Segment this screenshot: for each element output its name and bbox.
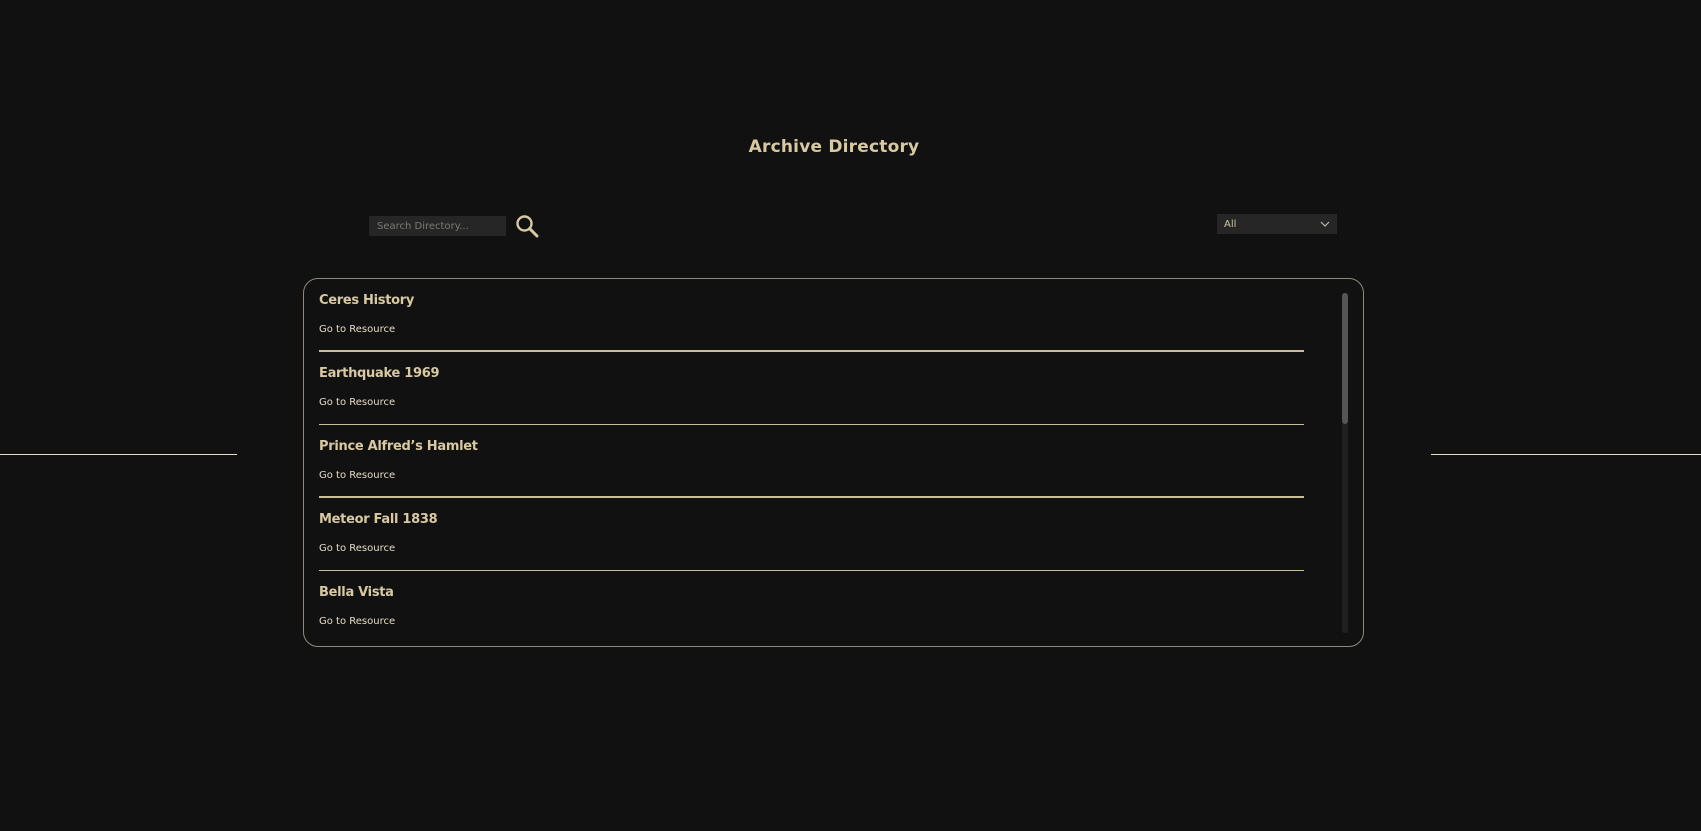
list-item: Prince Alfred’s Hamlet Go to Resource — [319, 425, 1304, 498]
entry-title: Meteor Fall 1838 — [319, 512, 438, 527]
list-item: Ceres History Go to Resource — [319, 279, 1304, 352]
entry-title: Ceres History — [319, 293, 415, 308]
scrollbar-thumb[interactable] — [1342, 293, 1348, 424]
list-item: Bella Vista Go to Resource — [319, 571, 1304, 644]
entry-title: Bella Vista — [319, 585, 394, 600]
go-to-resource-link[interactable]: Go to Resource — [319, 397, 395, 408]
page-title: Archive Directory — [748, 137, 920, 157]
list-item: Meteor Fall 1838 Go to Resource — [319, 498, 1304, 571]
search-icon — [516, 215, 539, 238]
search-button[interactable] — [514, 213, 540, 239]
directory-list-panel: Ceres History Go to Resource Earthquake … — [303, 278, 1364, 647]
search-input[interactable] — [369, 216, 506, 236]
go-to-resource-link[interactable]: Go to Resource — [319, 470, 395, 481]
search-bar — [369, 213, 540, 239]
decorative-line-left — [0, 454, 237, 455]
list-item: Earthquake 1969 Go to Resource — [319, 352, 1304, 425]
list-scrollbar[interactable] — [1342, 293, 1348, 633]
filter-selected-value: All — [1224, 218, 1237, 230]
entry-title: Prince Alfred’s Hamlet — [319, 439, 478, 454]
category-filter-select[interactable]: All — [1217, 214, 1337, 234]
go-to-resource-link[interactable]: Go to Resource — [319, 616, 395, 627]
go-to-resource-link[interactable]: Go to Resource — [319, 543, 395, 554]
directory-list: Ceres History Go to Resource Earthquake … — [319, 279, 1304, 644]
chevron-down-icon — [1320, 221, 1330, 227]
decorative-line-right — [1431, 454, 1701, 455]
entry-title: Earthquake 1969 — [319, 366, 440, 381]
go-to-resource-link[interactable]: Go to Resource — [319, 324, 395, 335]
archive-directory-page: Archive Directory All Ceres History Go t… — [0, 0, 1701, 831]
